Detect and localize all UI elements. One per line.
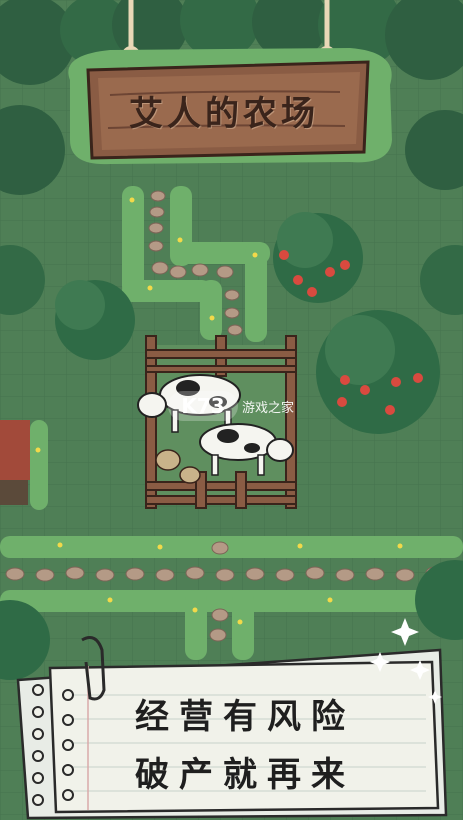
game-title: 艾人的农场 bbox=[129, 93, 319, 134]
slogan-line-2: 破产就再来 bbox=[135, 755, 355, 795]
apple-tree-right bbox=[316, 310, 440, 434]
watermark-text: 游戏之家 bbox=[242, 400, 295, 416]
slogan-line-1: 经营有风险 bbox=[135, 697, 355, 737]
note-slogan: 经营有风险 破产就再来 bbox=[95, 688, 395, 804]
watermark: K73 游戏之家 bbox=[168, 389, 308, 423]
barn-roof bbox=[0, 420, 30, 505]
watermark-badge: K73 bbox=[168, 391, 238, 421]
tree-left bbox=[55, 280, 135, 360]
